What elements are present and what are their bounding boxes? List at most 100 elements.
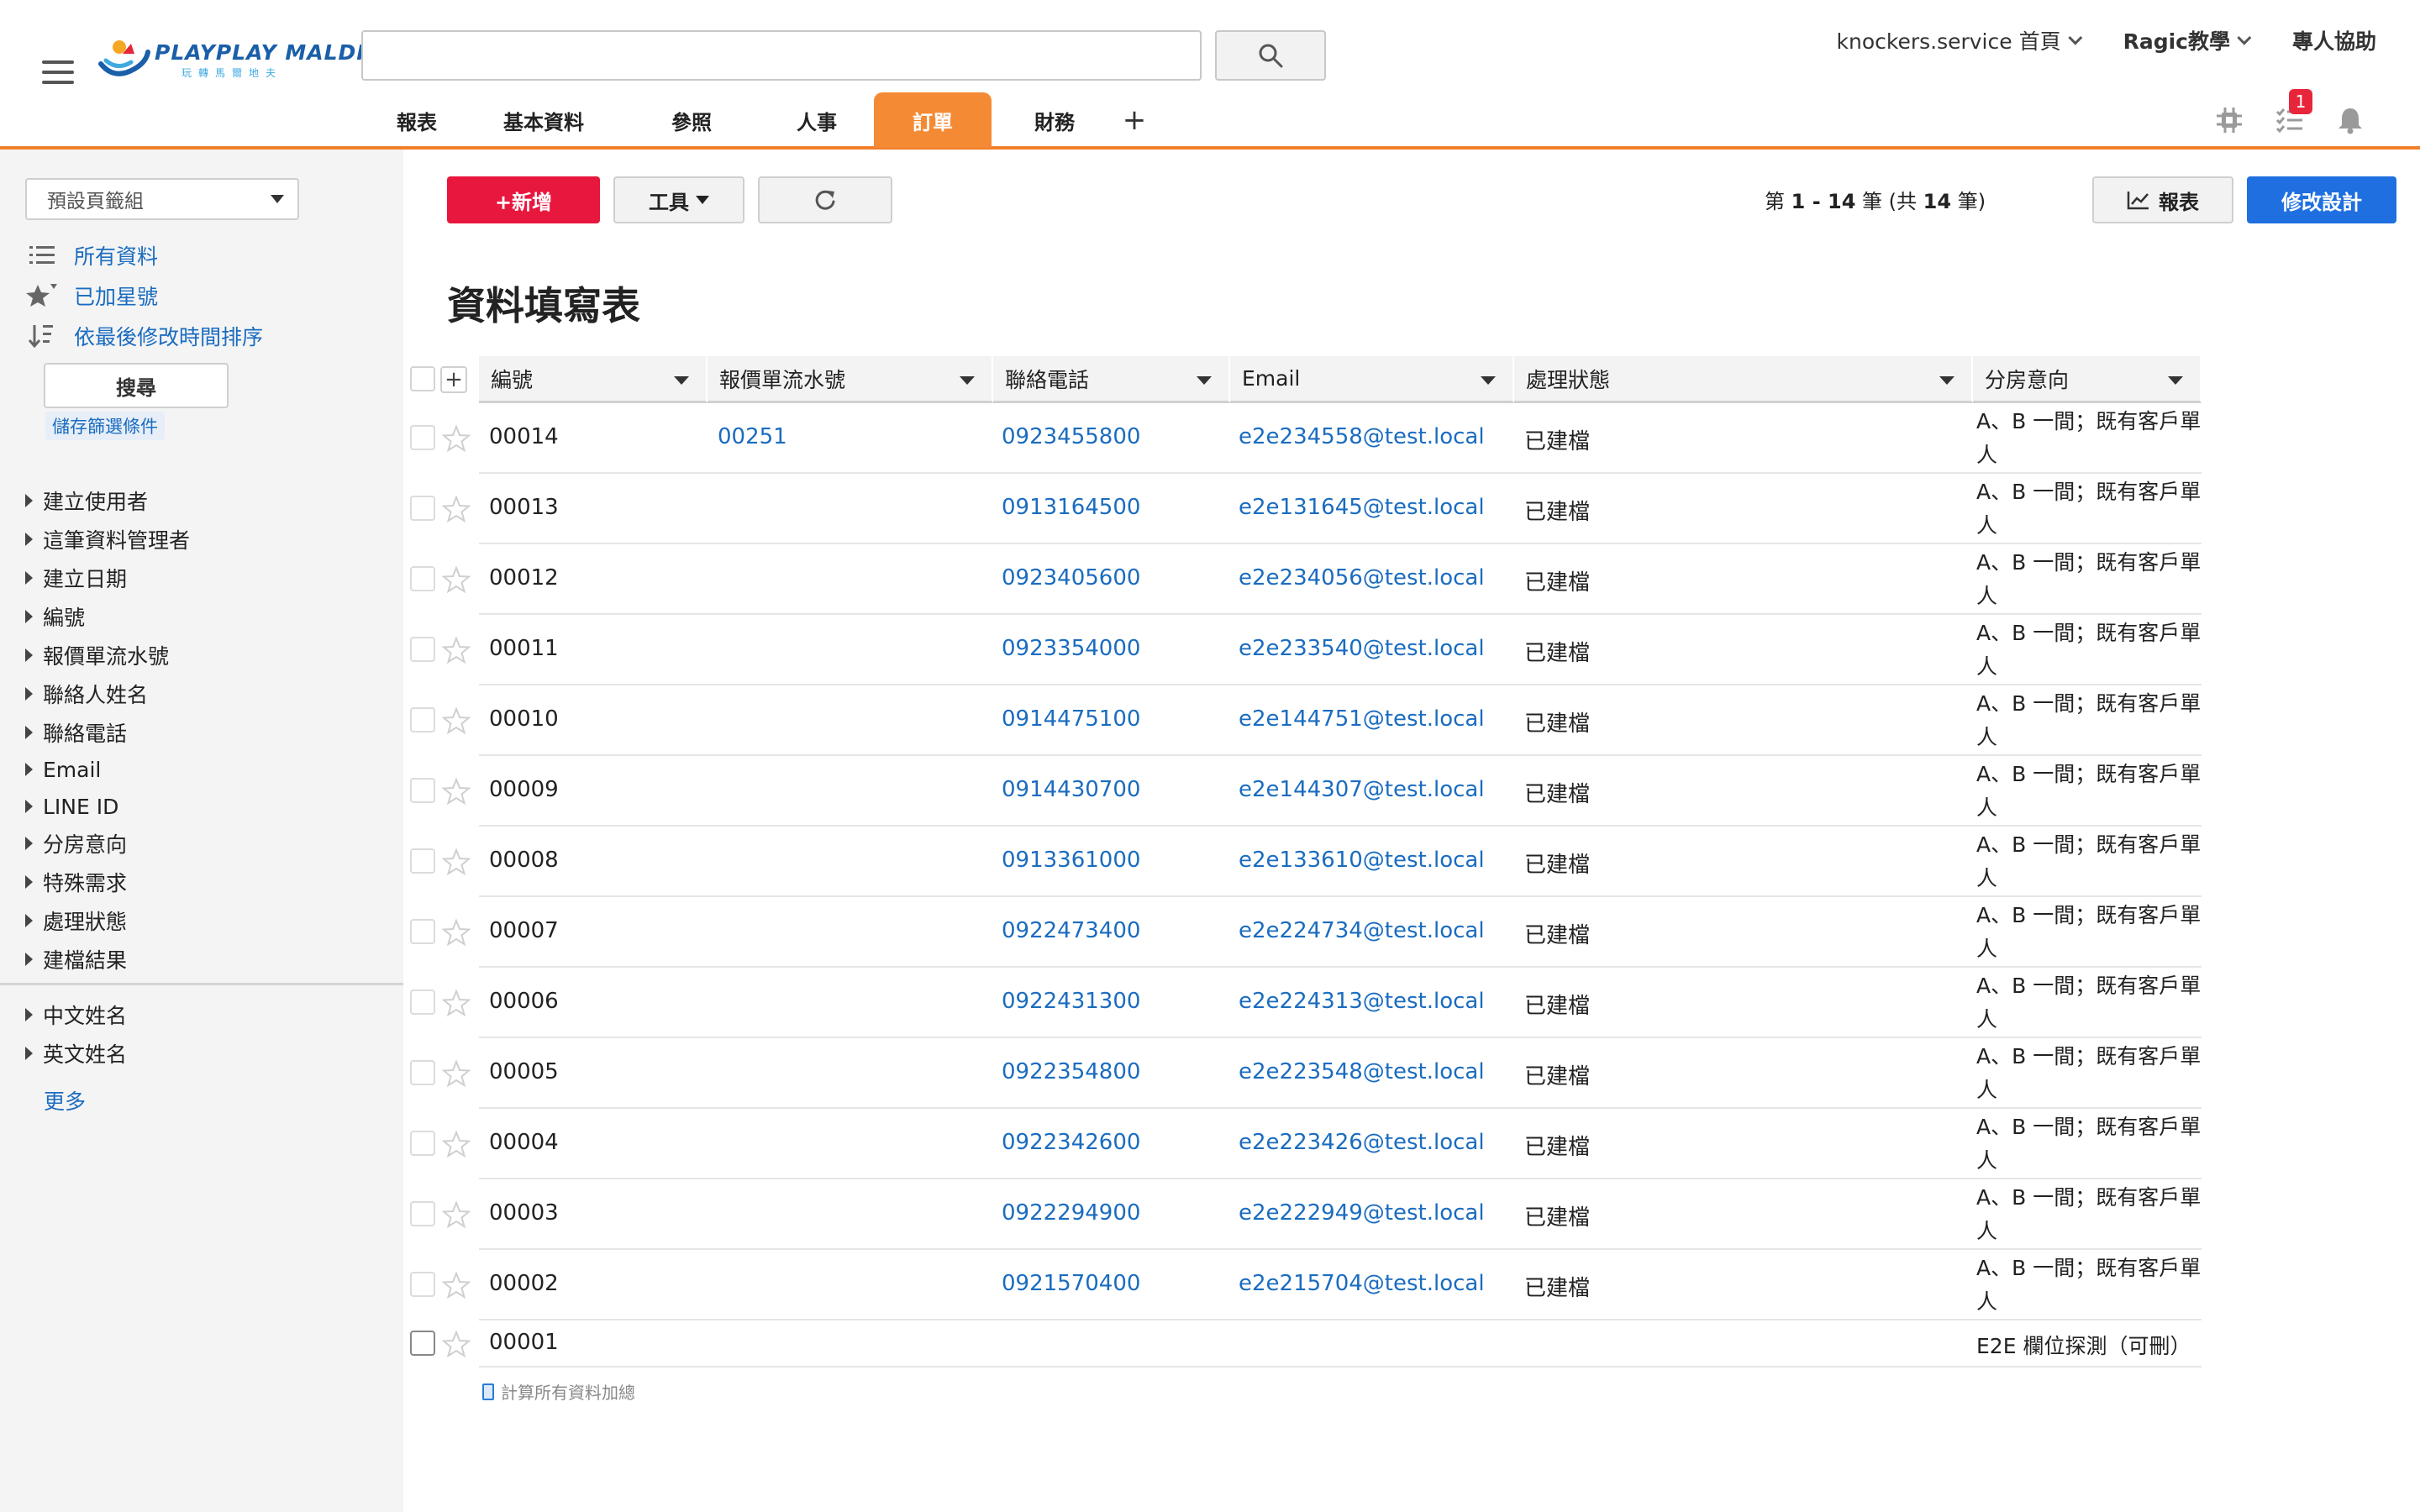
cell-phone[interactable]: 0922354800 — [1002, 1059, 1140, 1084]
filter-quote-serial[interactable]: 報價單流水號 — [25, 638, 169, 672]
tools-button[interactable]: 工具 — [613, 176, 744, 223]
cell-phone[interactable]: 0914475100 — [1002, 706, 1140, 732]
table-row[interactable]: 00014 00251 0923455800 e2e234558@test.local… — [403, 403, 2202, 474]
cell-email[interactable]: e2e223426@test.local — [1239, 1130, 1485, 1155]
cell-phone[interactable]: 0923405600 — [1002, 565, 1140, 591]
table-row[interactable]: 00009 0914430700 e2e144307@test.local 已建檔 A、… — [403, 756, 2202, 827]
tasks-icon[interactable]: 1 — [2270, 89, 2312, 139]
cell-number[interactable]: 00006 — [489, 989, 559, 1014]
cell-number[interactable]: 00001 — [489, 1330, 559, 1355]
table-row[interactable]: 00010 0914475100 e2e144751@test.local 已建檔 A、… — [403, 685, 2202, 756]
star-icon[interactable] — [441, 1130, 471, 1158]
cell-email[interactable]: e2e222949@test.local — [1239, 1200, 1485, 1226]
row-checkbox[interactable] — [410, 566, 435, 591]
table-row[interactable]: 00008 0913361000 e2e133610@test.local 已建檔 A、… — [403, 827, 2202, 897]
cell-email[interactable]: e2e234056@test.local — [1239, 565, 1485, 591]
column-header-phone[interactable]: 聯絡電話 — [993, 356, 1230, 403]
row-checkbox[interactable] — [410, 990, 435, 1015]
star-icon[interactable] — [441, 989, 471, 1017]
row-checkbox[interactable] — [410, 1331, 435, 1356]
cell-phone[interactable]: 0923354000 — [1002, 636, 1140, 661]
edit-design-button[interactable]: 修改設計 — [2247, 176, 2396, 223]
table-row[interactable]: 00006 0922431300 e2e224313@test.local 已建檔 A、… — [403, 968, 2202, 1038]
apps-icon[interactable] — [2210, 101, 2249, 139]
cell-phone[interactable]: 0914430700 — [1002, 777, 1140, 802]
tab-group-select[interactable]: 預設頁籤組 — [25, 178, 299, 220]
tab-reference[interactable]: 參照 — [623, 92, 760, 148]
star-icon[interactable] — [441, 495, 471, 523]
filter-filing-result[interactable]: 建檔結果 — [25, 942, 127, 976]
filter-number[interactable]: 編號 — [25, 600, 85, 633]
filter-contact-name[interactable]: 聯絡人姓名 — [25, 677, 148, 711]
report-button[interactable]: 報表 — [2092, 176, 2233, 223]
cell-number[interactable]: 00007 — [489, 918, 559, 943]
filter-created-by[interactable]: 建立使用者 — [25, 484, 148, 517]
cell-number[interactable]: 00009 — [489, 777, 559, 802]
cell-phone[interactable]: 0923455800 — [1002, 424, 1140, 449]
star-icon[interactable] — [441, 777, 471, 806]
support-link[interactable]: 專人協助 — [2292, 25, 2376, 55]
cell-email[interactable]: e2e234558@test.local — [1239, 424, 1485, 449]
refresh-button[interactable] — [758, 176, 892, 223]
star-icon[interactable] — [441, 565, 471, 594]
filter-record-manager[interactable]: 這筆資料管理者 — [25, 522, 190, 556]
caret-down-icon[interactable] — [1481, 376, 1496, 385]
cell-number[interactable]: 00004 — [489, 1130, 559, 1155]
cell-phone[interactable]: 0921570400 — [1002, 1271, 1140, 1296]
table-row[interactable]: 00012 0923405600 e2e234056@test.local 已建檔 A、… — [403, 544, 2202, 615]
caret-down-icon[interactable] — [1197, 376, 1212, 385]
save-filter-link[interactable]: 儲存篩選條件 — [45, 412, 165, 440]
table-row[interactable]: 00005 0922354800 e2e223548@test.local 已建檔 A、… — [403, 1038, 2202, 1109]
column-header-email[interactable]: Email — [1230, 356, 1514, 403]
filter-english-name[interactable]: 英文姓名 — [25, 1037, 127, 1070]
cell-email[interactable]: e2e233540@test.local — [1239, 636, 1485, 661]
tab-finance[interactable]: 財務 — [992, 92, 1118, 148]
cell-email[interactable]: e2e144751@test.local — [1239, 706, 1485, 732]
row-checkbox[interactable] — [410, 1272, 435, 1297]
caret-down-icon[interactable] — [674, 376, 689, 385]
filter-contact-phone[interactable]: 聯絡電話 — [25, 716, 127, 749]
cell-email[interactable]: e2e223548@test.local — [1239, 1059, 1485, 1084]
row-checkbox[interactable] — [410, 496, 435, 521]
star-icon[interactable] — [441, 918, 471, 947]
search-button[interactable] — [1215, 30, 1326, 81]
cell-phone[interactable]: 0922473400 — [1002, 918, 1140, 943]
add-tab-button[interactable]: + — [1118, 92, 1151, 148]
row-checkbox[interactable] — [410, 1131, 435, 1156]
caret-down-icon[interactable] — [960, 376, 975, 385]
tab-reports[interactable]: 報表 — [370, 92, 464, 148]
star-icon[interactable] — [441, 1330, 471, 1358]
cell-email[interactable]: e2e224313@test.local — [1239, 989, 1485, 1014]
cell-number[interactable]: 00008 — [489, 848, 559, 873]
cell-number[interactable]: 00002 — [489, 1271, 559, 1296]
star-icon[interactable] — [441, 424, 471, 453]
tab-hr[interactable]: 人事 — [760, 92, 874, 148]
table-row[interactable]: 00001 E2E 欄位探測（可刪） — [403, 1320, 2202, 1368]
sort-by-modified-link[interactable]: 依最後修改時間排序 — [25, 319, 263, 353]
column-header-room-preference[interactable]: 分房意向 — [1973, 356, 2202, 403]
caret-down-icon[interactable] — [1939, 376, 1954, 385]
cell-phone[interactable]: 0922431300 — [1002, 989, 1140, 1014]
row-checkbox[interactable] — [410, 848, 435, 874]
star-icon[interactable] — [441, 636, 471, 664]
cell-number[interactable]: 00014 — [489, 424, 559, 449]
filter-created-date[interactable]: 建立日期 — [25, 561, 127, 595]
table-row[interactable]: 00007 0922473400 e2e224734@test.local 已建檔 A、… — [403, 897, 2202, 968]
filter-special-needs[interactable]: 特殊需求 — [25, 865, 127, 899]
table-row[interactable]: 00003 0922294900 e2e222949@test.local 已建檔 A、… — [403, 1179, 2202, 1250]
filter-room-preference[interactable]: 分房意向 — [25, 827, 127, 860]
add-column-button[interactable]: + — [440, 366, 467, 393]
row-checkbox[interactable] — [410, 778, 435, 803]
tutorial-link[interactable]: Ragic教學 — [2123, 25, 2252, 55]
cell-number[interactable]: 00011 — [489, 636, 559, 661]
column-header-status[interactable]: 處理狀態 — [1514, 356, 1973, 403]
new-record-button[interactable]: +新增 — [447, 176, 600, 223]
tab-orders[interactable]: 訂單 — [874, 92, 992, 148]
column-header-number[interactable]: 編號 — [479, 356, 708, 403]
filter-status[interactable]: 處理狀態 — [25, 904, 127, 937]
row-checkbox[interactable] — [410, 707, 435, 732]
bell-icon[interactable] — [2331, 101, 2370, 139]
table-row[interactable]: 00013 0913164500 e2e131645@test.local 已建檔 A、… — [403, 474, 2202, 544]
filter-line-id[interactable]: LINE ID — [25, 790, 118, 823]
caret-down-icon[interactable] — [2168, 376, 2183, 385]
